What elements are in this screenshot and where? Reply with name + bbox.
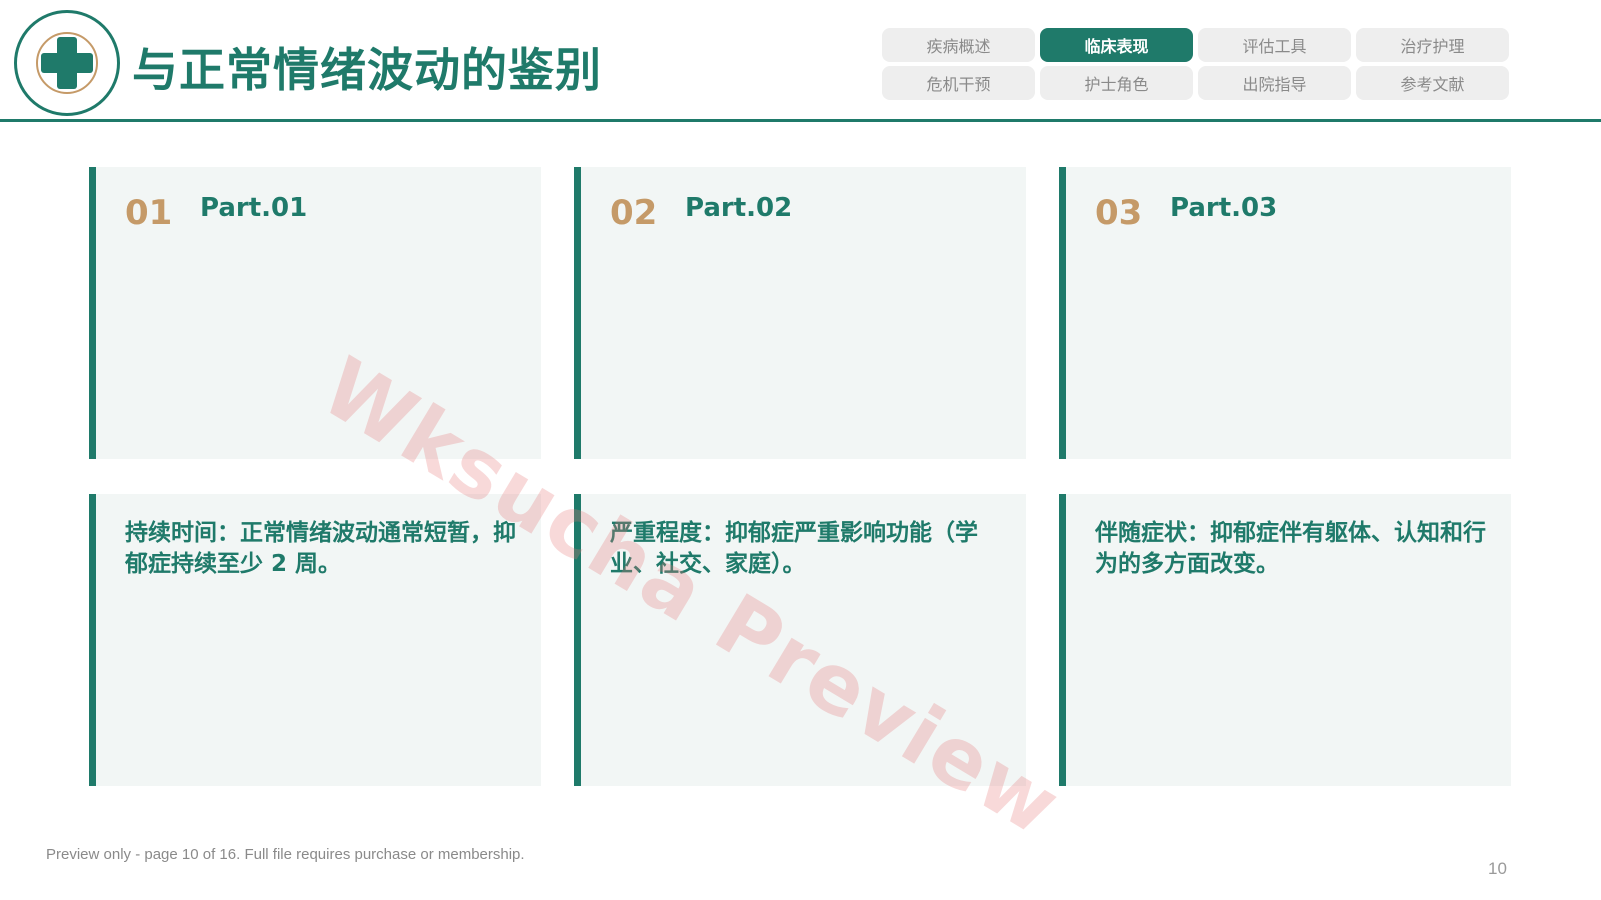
part-number: 02: [610, 193, 658, 233]
part-label: Part.03: [1170, 193, 1278, 223]
tab-nurse-role[interactable]: 护士角色: [1040, 66, 1193, 100]
part-card-01: 01 Part.01: [89, 167, 541, 459]
medical-cross-icon: [14, 10, 120, 116]
part-card-02: 02 Part.02: [574, 167, 1026, 459]
page-title: 与正常情绪波动的鉴别: [132, 43, 602, 97]
tab-references[interactable]: 参考文献: [1356, 66, 1509, 100]
content-card-severity: 严重程度：抑郁症严重影响功能（学业、社交、家庭）。: [574, 494, 1026, 786]
tab-assessment-tools[interactable]: 评估工具: [1198, 28, 1351, 62]
header-divider: [0, 119, 1601, 122]
card-body-text: 持续时间：正常情绪波动通常短暂，抑郁症持续至少 2 周。: [125, 520, 516, 577]
part-label: Part.01: [200, 193, 308, 223]
footer-note: Preview only - page 10 of 16. Full file …: [46, 846, 525, 863]
part-number: 03: [1095, 193, 1143, 233]
tab-clinical-manifestations[interactable]: 临床表现: [1040, 28, 1193, 62]
tab-discharge-guidance[interactable]: 出院指导: [1198, 66, 1351, 100]
content-card-symptoms: 伴随症状：抑郁症伴有躯体、认知和行为的多方面改变。: [1059, 494, 1511, 786]
tab-crisis-intervention[interactable]: 危机干预: [882, 66, 1035, 100]
tab-disease-overview[interactable]: 疾病概述: [882, 28, 1035, 62]
part-label: Part.02: [685, 193, 793, 223]
tab-treatment-care[interactable]: 治疗护理: [1356, 28, 1509, 62]
card-body-text: 伴随症状：抑郁症伴有躯体、认知和行为的多方面改变。: [1095, 520, 1486, 577]
part-card-03: 03 Part.03: [1059, 167, 1511, 459]
section-nav: 疾病概述 临床表现 评估工具 治疗护理 危机干预 护士角色 出院指导 参考文献: [882, 28, 1510, 100]
logo-cross-horizontal: [41, 53, 93, 73]
part-number: 01: [125, 193, 173, 233]
slide-page: 与正常情绪波动的鉴别 疾病概述 临床表现 评估工具 治疗护理 危机干预 护士角色…: [0, 0, 1601, 900]
page-number: 10: [1488, 859, 1507, 878]
content-card-duration: 持续时间：正常情绪波动通常短暂，抑郁症持续至少 2 周。: [89, 494, 541, 786]
card-body-text: 严重程度：抑郁症严重影响功能（学业、社交、家庭）。: [610, 520, 978, 577]
